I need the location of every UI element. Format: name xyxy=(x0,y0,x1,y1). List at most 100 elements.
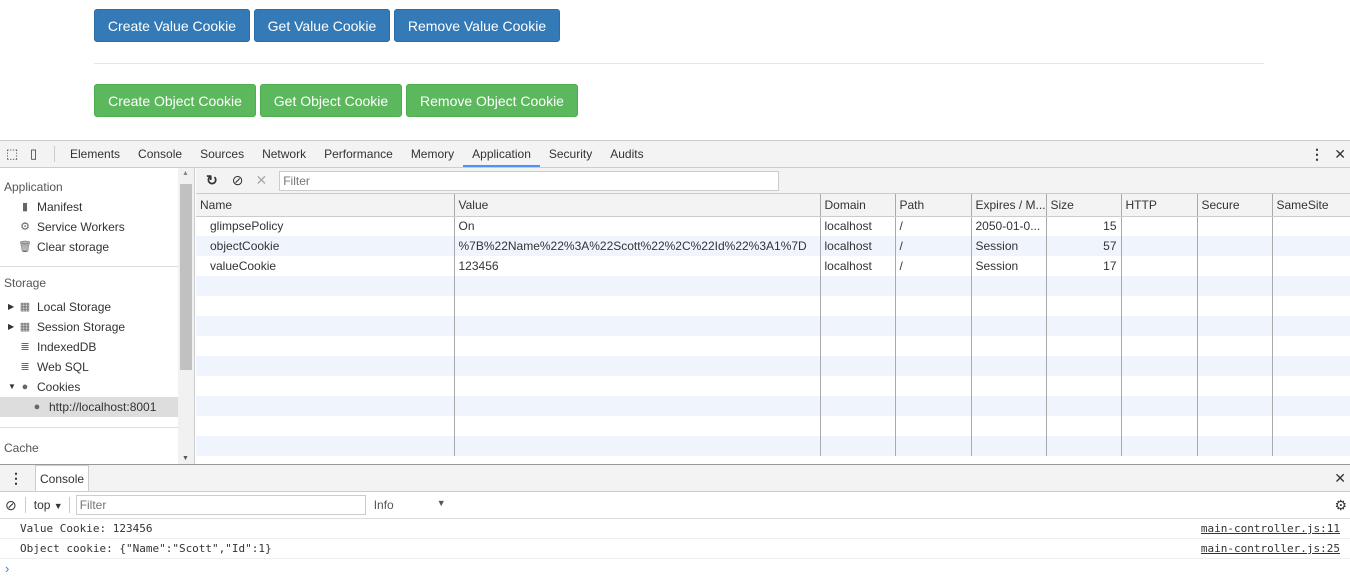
cookies-table: Name Value Domain Path Expires / M... Size HTT… xyxy=(196,194,1350,456)
cookie-icon: ● xyxy=(21,381,29,393)
sidebar-item-manifest[interactable]: ▮ Manifest xyxy=(0,197,178,217)
message-source-link[interactable]: main-controller.js:11 xyxy=(1201,519,1340,539)
device-toolbar-icon[interactable]: ▯ xyxy=(30,146,46,162)
cell xyxy=(196,296,455,316)
sidebar-item-indexeddb[interactable]: ≣ IndexedDB xyxy=(0,337,178,357)
cell xyxy=(820,436,896,456)
console-message: Object cookie: {"Name":"Scott","Id":1} ma… xyxy=(0,539,1350,559)
level-select[interactable]: Info ▼ xyxy=(374,498,446,512)
tab-network[interactable]: Network xyxy=(253,141,315,167)
column-header[interactable]: Domain xyxy=(820,194,896,217)
column-header[interactable]: Value xyxy=(454,194,821,217)
console-filter-input[interactable] xyxy=(75,495,366,515)
cell xyxy=(454,316,821,336)
column-header[interactable]: SameSite xyxy=(1272,194,1350,217)
tab-console[interactable]: Console xyxy=(129,141,191,167)
sidebar-item-session-storage[interactable]: ▶ ▦ Session Storage xyxy=(0,317,178,337)
drawer-tabbar: ⋮ Console ✕ xyxy=(0,465,1350,492)
delete-selected-icon[interactable]: ✕ xyxy=(255,172,267,189)
tab-memory[interactable]: Memory xyxy=(402,141,463,167)
tab-elements[interactable]: Elements xyxy=(61,141,129,167)
cell xyxy=(895,356,972,376)
cell xyxy=(454,336,821,356)
console-message: Value Cookie: 123456 main-controller.js:1… xyxy=(0,519,1350,539)
create-object-cookie-button[interactable]: Create Object Cookie xyxy=(94,84,256,117)
cell xyxy=(1197,416,1273,436)
column-header[interactable]: Secure xyxy=(1197,194,1273,217)
sidebar-item-cookie-origin[interactable]: ● http://localhost:8001 xyxy=(0,397,178,417)
console-settings-icon[interactable]: ⚙ xyxy=(1334,497,1347,514)
scroll-up-icon[interactable]: ▲ xyxy=(182,170,189,177)
expand-arrow-icon[interactable]: ▶ xyxy=(8,297,18,317)
dropdown-arrow-icon: ▼ xyxy=(53,501,63,511)
cell xyxy=(1046,276,1122,296)
message-source-link[interactable]: main-controller.js:25 xyxy=(1201,539,1340,559)
cell xyxy=(971,436,1047,456)
sidebar-item-web-sql[interactable]: ≣ Web SQL xyxy=(0,357,178,377)
cell xyxy=(1272,336,1350,356)
cell: 15 xyxy=(1046,216,1122,236)
cell: localhost xyxy=(820,256,896,276)
empty-row xyxy=(196,336,1350,356)
cell: Session xyxy=(971,236,1047,256)
cell xyxy=(1046,396,1122,416)
scroll-down-icon[interactable]: ▼ xyxy=(182,455,189,462)
label: http://localhost:8001 xyxy=(49,400,157,414)
cell xyxy=(1046,416,1122,436)
tab-audits[interactable]: Audits xyxy=(601,141,652,167)
cell xyxy=(196,396,455,416)
remove-value-cookie-button[interactable]: Remove Value Cookie xyxy=(394,9,560,42)
scrollbar-thumb[interactable] xyxy=(180,184,192,370)
cookie-row[interactable]: objectCookie %7B%22Name%22%3A%22Scott%22%… xyxy=(196,236,1350,256)
remove-object-cookie-button[interactable]: Remove Object Cookie xyxy=(406,84,578,117)
cell: %7B%22Name%22%3A%22Scott%22%2C%22Id%22%3… xyxy=(454,236,821,256)
cell xyxy=(1272,276,1350,296)
close-icon[interactable]: ✕ xyxy=(1334,146,1346,163)
sidebar-item-service-workers[interactable]: ⚙ Service Workers xyxy=(0,217,178,237)
cell: 123456 xyxy=(454,256,821,276)
column-header[interactable]: Path xyxy=(895,194,972,217)
cookie-filter-input[interactable] xyxy=(279,170,780,191)
file-icon: ▮ xyxy=(21,201,29,213)
cell: glimpsePolicy xyxy=(196,216,455,236)
cell: objectCookie xyxy=(196,236,455,256)
drawer-close-icon[interactable]: ✕ xyxy=(1334,470,1346,487)
tab-performance[interactable]: Performance xyxy=(315,141,402,167)
column-header[interactable]: Size xyxy=(1046,194,1122,217)
tab-security[interactable]: Security xyxy=(540,141,601,167)
sidebar-item-cookies[interactable]: ▼ ● Cookies xyxy=(0,377,178,397)
clear-console-icon[interactable]: ⊘ xyxy=(5,497,17,514)
get-object-cookie-button[interactable]: Get Object Cookie xyxy=(260,84,402,117)
cookie-row[interactable]: glimpsePolicy On localhost/2050-01-0... 15 xyxy=(196,216,1350,236)
drawer-tab-console[interactable]: Console xyxy=(35,465,90,491)
sidebar-item-clear-storage[interactable]: 🗑 Clear storage xyxy=(0,237,178,257)
column-header[interactable]: Expires / M... xyxy=(971,194,1047,217)
sidebar-item-local-storage[interactable]: ▶ ▦ Local Storage xyxy=(0,297,178,317)
cell xyxy=(196,316,455,336)
collapse-arrow-icon[interactable]: ▼ xyxy=(8,377,18,397)
tab-sources[interactable]: Sources xyxy=(191,141,253,167)
column-header[interactable]: HTTP xyxy=(1121,194,1198,217)
cell xyxy=(1046,356,1122,376)
context-select[interactable]: top ▼ xyxy=(34,498,63,512)
column-header[interactable]: Name xyxy=(196,194,455,217)
cell xyxy=(1121,416,1198,436)
clear-all-icon[interactable]: ⊘ xyxy=(232,172,244,189)
create-value-cookie-button[interactable]: Create Value Cookie xyxy=(94,9,250,42)
more-menu-icon[interactable]: ⋮ xyxy=(1310,146,1324,163)
cell xyxy=(971,276,1047,296)
sidebar-scrollbar[interactable]: ▲ ▼ xyxy=(178,168,195,464)
console-prompt[interactable]: › xyxy=(0,559,1350,579)
cookie-icon: ● xyxy=(33,401,41,413)
refresh-icon[interactable]: ↻ xyxy=(206,172,218,189)
inspect-icon[interactable]: ⬚ xyxy=(6,146,22,162)
application-sidebar: Application ▮ Manifest ⚙ Service Workers 🗑… xyxy=(0,168,178,464)
cell xyxy=(895,276,972,296)
database-icon: ≣ xyxy=(20,361,30,373)
cookie-row[interactable]: valueCookie 123456 localhost / Session 17 xyxy=(196,256,1350,276)
get-value-cookie-button[interactable]: Get Value Cookie xyxy=(254,9,390,42)
drawer-menu-icon[interactable]: ⋮ xyxy=(9,470,23,487)
expand-arrow-icon[interactable]: ▶ xyxy=(8,317,18,337)
tab-application[interactable]: Application xyxy=(463,141,540,167)
cell xyxy=(1197,276,1273,296)
